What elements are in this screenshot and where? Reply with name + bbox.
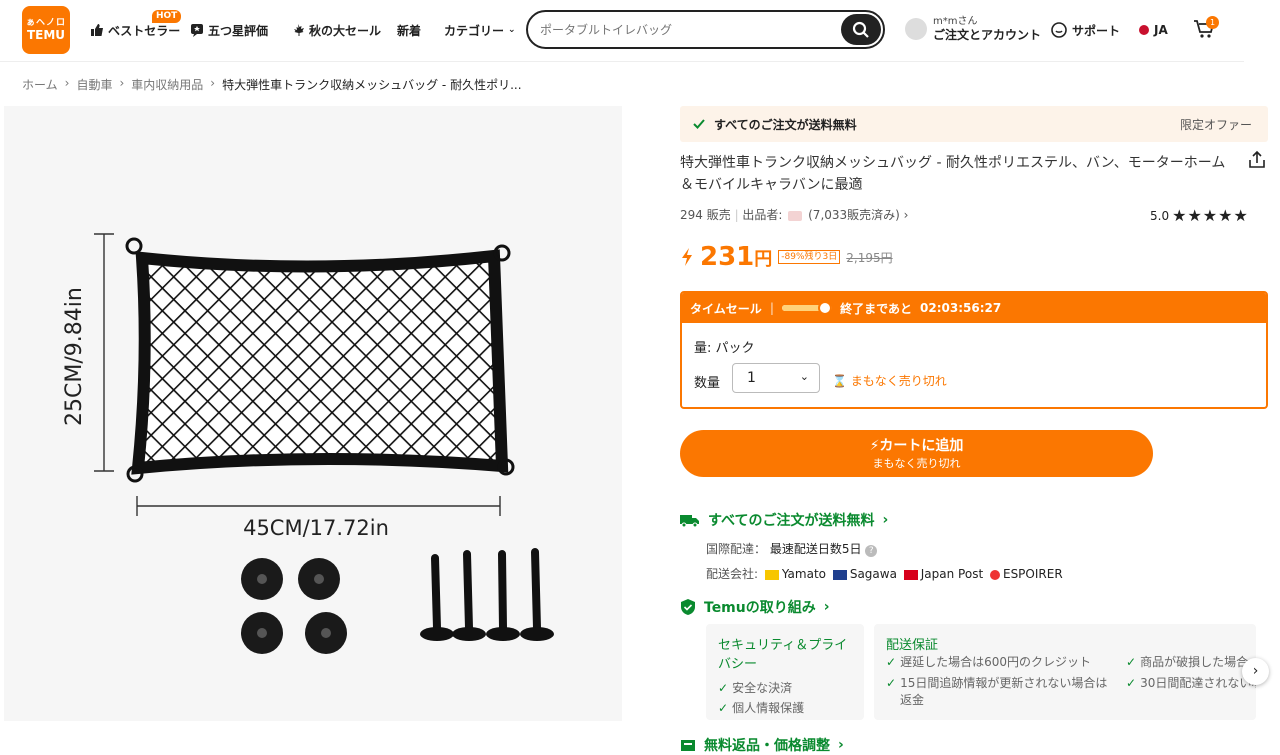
nav-five-star[interactable]: 五つ星評価 (190, 20, 268, 40)
product-meta: 294 販売 | 出品者: (7,033販売済み) › (680, 208, 909, 222)
carousel-next-button[interactable]: › (1242, 658, 1269, 685)
product-rating[interactable]: 5.0 ★★★★★ (1150, 206, 1249, 225)
soldout-warning: ⌛ まもなく売り切れ (832, 374, 947, 388)
chevron-right-icon: › (903, 208, 909, 222)
yamato-logo-icon (764, 569, 779, 580)
chevron-down-icon: ⌄ (799, 370, 809, 383)
seller-logo-icon (788, 210, 803, 221)
price-row: 231円 -89%残り3日 2,195円 (680, 242, 893, 272)
nav-new[interactable]: 新着 (397, 20, 421, 40)
check-icon: ✓ (1126, 676, 1137, 690)
account-menu[interactable]: m*mさん ご注文とアカウント (905, 16, 1041, 42)
breadcrumb-item[interactable]: 車内収納用品 (131, 76, 203, 93)
check-icon: ✓ (718, 701, 729, 715)
time-sale-header: タイムセール | 終了まであと 02:03:56:27 (682, 293, 1266, 323)
shield-check-icon (681, 599, 695, 615)
star-chat-icon (191, 24, 203, 37)
search-button[interactable] (841, 14, 881, 45)
check-icon (693, 119, 705, 129)
check-icon: ✓ (1126, 655, 1137, 669)
lightning-icon: ⚡ (869, 438, 880, 454)
amount-label: 量: パック (694, 341, 755, 356)
nav-bestseller[interactable]: ベストセラー (90, 20, 180, 40)
sagawa-logo-icon (832, 569, 847, 580)
avatar (905, 18, 927, 40)
breadcrumb-current: 特大弾性車トランク収納メッシュバッグ - 耐久性ポリ... (222, 78, 522, 92)
product-title: 特大弾性車トランク収納メッシュバッグ - 耐久性ポリエステル、バン、モーターホー… (680, 155, 1226, 193)
commitment-link[interactable]: Temuの取り組み › (680, 597, 830, 617)
share-icon[interactable] (1247, 150, 1267, 170)
delivery-guarantee-card: 配送保証 ✓ 遅延した場合は600円のクレジット ✓ 15日間追跡情報が更新されない… (874, 624, 1256, 720)
help-icon[interactable]: ? (865, 545, 878, 557)
return-box-icon (681, 740, 695, 751)
breadcrumb-item[interactable]: 自動車 (76, 76, 112, 93)
check-icon: ✓ (886, 655, 897, 669)
temu-logo[interactable]: ぁヘノロ TEMU (22, 6, 70, 54)
chevron-right-icon: › (882, 512, 889, 528)
star-rating: ★★★★★ (1172, 206, 1249, 225)
nav-autumn-sale[interactable]: 秋の大セール (291, 20, 381, 40)
product-image[interactable]: 25CM/9.84in 45CM/17.72in (4, 106, 622, 721)
countdown-timer: 02:03:56:27 (920, 301, 1002, 315)
search-icon (852, 21, 869, 38)
site-header: ぁヘノロ TEMU ベストセラー HOT 五つ星評価 秋の大セール 新着 カテゴ… (0, 0, 1244, 62)
thumbs-up-icon (91, 24, 103, 36)
discount-badge: -89%残り3日 (778, 250, 841, 264)
truck-icon (680, 515, 699, 527)
width-dimension-label: 45CM/17.72in (243, 516, 389, 540)
free-returns-link[interactable]: 無料返品・価格調整 › (680, 735, 844, 755)
chevron-down-icon: ⌄ (508, 25, 516, 35)
cart-count-badge: 1 (1206, 16, 1219, 29)
lightning-icon (682, 248, 692, 266)
japan-flag-icon (1139, 25, 1149, 35)
nav-category[interactable]: カテゴリー ⌄ (444, 20, 516, 40)
free-shipping-banner: すべてのご注文が送料無料 限定オファー (680, 106, 1268, 142)
check-icon: ✓ (886, 676, 897, 690)
japan-post-logo-icon (903, 569, 918, 580)
quantity-select[interactable]: 1 ⌄ (732, 363, 820, 393)
chevron-right-icon: › (838, 737, 844, 753)
product-illustration (94, 233, 554, 654)
language-selector[interactable]: JA (1138, 20, 1168, 40)
chevron-right-icon: › (1252, 663, 1259, 679)
support-chat-icon (1051, 22, 1067, 38)
original-price: 2,195円 (846, 250, 893, 265)
time-sale-box: タイムセール | 終了まであと 02:03:56:27 量: パック 数量 1 … (680, 291, 1268, 409)
quantity-label: 数量 (694, 376, 721, 391)
carriers: 配送会社: Yamato Sagawa Japan Post ESPOIRER (706, 567, 1063, 581)
support-link[interactable]: サポート (1050, 20, 1120, 40)
shipping-info-link[interactable]: すべてのご注文が送料無料 › (680, 510, 888, 530)
add-to-cart-button[interactable]: ⚡カートに追加 まもなく売り切れ (680, 430, 1153, 477)
check-icon: ✓ (718, 681, 729, 695)
current-price: 231円 (700, 242, 773, 272)
search-bar (526, 10, 885, 49)
breadcrumb: ホーム › 自動車 › 車内収納用品 › 特大弾性車トランク収納メッシュバッグ - 耐… (22, 76, 522, 93)
search-input[interactable] (540, 19, 830, 41)
intl-delivery: 国際配達： 最速配送日数5日 ? (706, 540, 878, 557)
espoirer-logo-icon (989, 569, 1000, 580)
stock-progress-bar (782, 301, 833, 315)
breadcrumb-item[interactable]: ホーム (22, 76, 58, 93)
hourglass-icon: ⌛ (832, 374, 847, 388)
height-dimension-label: 25CM/9.84in (62, 287, 87, 426)
maple-leaf-icon (294, 24, 304, 36)
security-card: セキュリティ＆プライバシー ✓ 安全な決済 ✓ 個人情報保護 (706, 624, 864, 720)
seller-link[interactable]: (7,033販売済み) (808, 208, 900, 222)
hot-badge: HOT (152, 10, 182, 23)
chevron-right-icon: › (823, 599, 830, 615)
